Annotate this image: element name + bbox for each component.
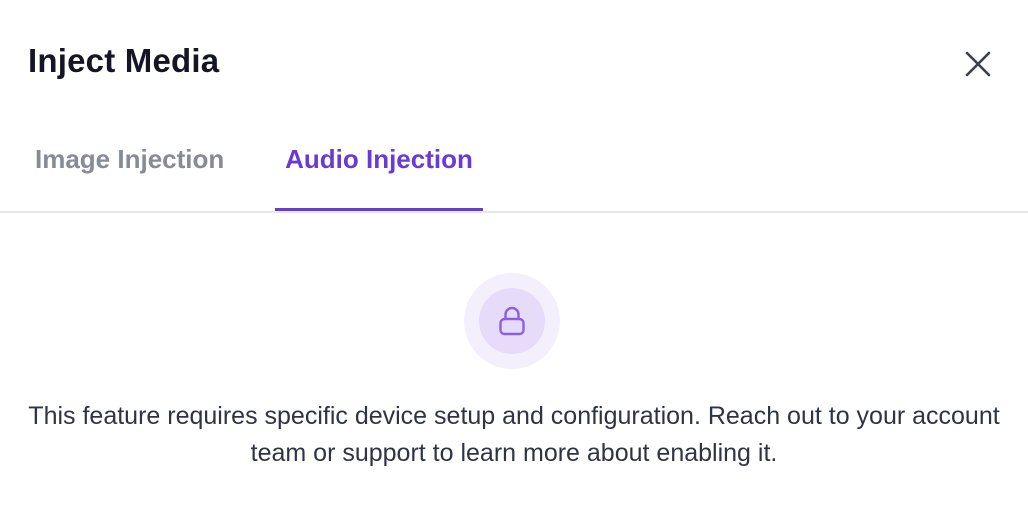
lock-icon <box>499 306 525 336</box>
feature-unavailable-message: This feature requires specific device se… <box>28 402 1000 467</box>
dialog-title: Inject Media <box>28 42 220 79</box>
tab-image-injection[interactable]: Image Injection <box>35 144 224 211</box>
inject-media-dialog: Inject Media Image Injection Audio Injec… <box>0 0 1028 505</box>
lock-badge <box>464 273 560 369</box>
lock-badge-inner <box>479 288 545 354</box>
tab-bar: Image Injection Audio Injection <box>0 130 1028 213</box>
close-icon <box>965 51 991 77</box>
close-button[interactable] <box>960 46 996 82</box>
tab-audio-injection[interactable]: Audio Injection <box>275 144 483 211</box>
